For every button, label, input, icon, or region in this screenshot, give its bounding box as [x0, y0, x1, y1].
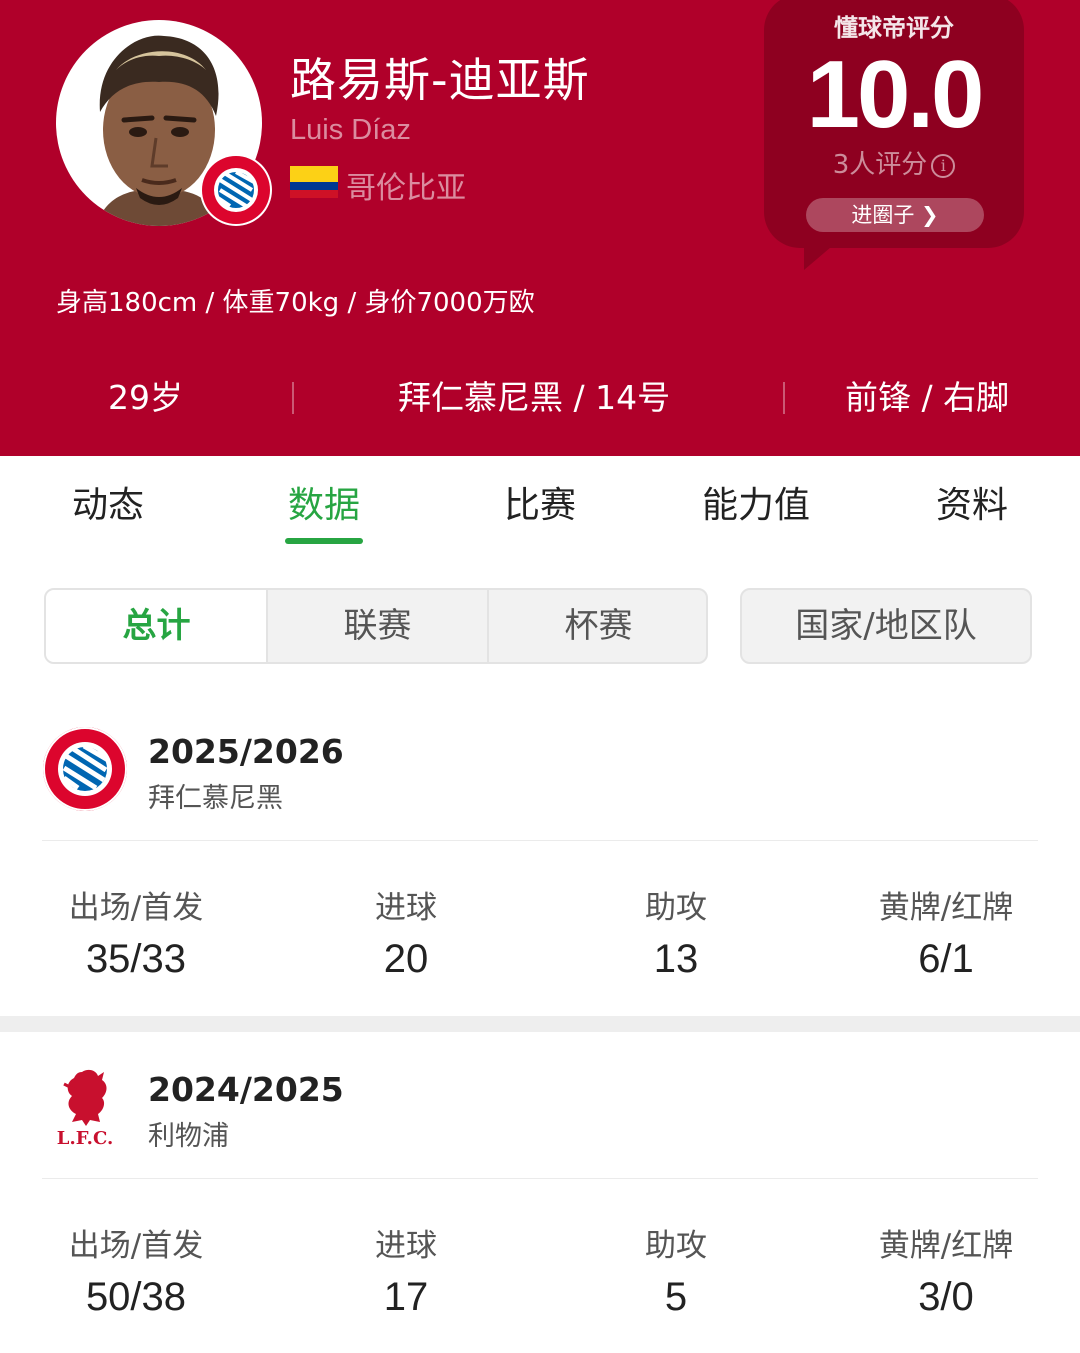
tab-data[interactable]: 数据	[216, 476, 432, 528]
season-club: 利物浦	[148, 1121, 229, 1152]
rating-card[interactable]: 懂球帝评分 10.0 3人评分 i 进圈子 ❯	[764, 0, 1024, 248]
filter-cup[interactable]: 杯赛	[488, 590, 706, 662]
filter-league[interactable]: 联赛	[267, 590, 488, 662]
stat-cards: 黄牌/红牌 3/0	[836, 1220, 1056, 1320]
stat-cards: 黄牌/红牌 6/1	[836, 882, 1056, 982]
active-tab-indicator	[285, 538, 363, 544]
join-circle-button[interactable]: 进圈子 ❯	[806, 198, 984, 232]
meta-divider	[292, 382, 294, 414]
player-meta-row: 29岁 拜仁慕尼黑 / 14号 前锋 / 右脚	[0, 374, 1080, 422]
stat-value: 6/1	[918, 937, 974, 981]
stat-appearances: 出场/首发 50/38	[26, 1220, 246, 1320]
stat-value: 50/38	[85, 1275, 187, 1319]
liverpool-logo-icon: L.F.C.	[42, 1064, 128, 1150]
stat-value: 20	[383, 937, 429, 981]
stat-value: 35/33	[85, 937, 187, 981]
stat-value: 13	[653, 937, 699, 981]
player-english-name: Luis Díaz	[290, 114, 411, 146]
stat-goals: 进球 20	[296, 882, 516, 982]
stat-label: 助攻	[645, 890, 707, 926]
filter-total[interactable]: 总计	[46, 590, 267, 662]
stat-label: 出场/首发	[68, 1228, 204, 1264]
bayern-badge-icon	[200, 154, 272, 226]
section-divider	[0, 1016, 1080, 1032]
season-divider	[42, 1178, 1038, 1179]
stat-label: 进球	[375, 890, 437, 926]
stat-value: 17	[383, 1275, 429, 1319]
stat-appearances: 出场/首发 35/33	[26, 882, 246, 982]
colombia-flag-icon	[290, 166, 338, 198]
profile-tabs: 动态 数据 比赛 能力值 资料	[0, 456, 1080, 556]
stat-assists: 助攻 13	[566, 882, 786, 982]
stat-value: 3/0	[918, 1275, 974, 1319]
filter-national-team[interactable]: 国家/地区队	[740, 588, 1032, 664]
player-body-stats: 身高180cm / 体重70kg / 身价7000万欧	[56, 288, 535, 318]
player-country: 哥伦比亚	[346, 171, 466, 206]
season-card: 2025/2026 拜仁慕尼黑 出场/首发 35/33 进球 20 助攻 13 …	[0, 726, 1080, 1016]
rating-score: 10.0	[806, 41, 985, 148]
bayern-logo-icon	[42, 726, 128, 812]
stat-label: 黄牌/红牌	[878, 1228, 1014, 1264]
competition-filter: 总计 联赛 杯赛	[44, 588, 708, 664]
stat-label: 助攻	[645, 1228, 707, 1264]
rating-count: 3人评分	[832, 150, 928, 180]
stat-goals: 进球 17	[296, 1220, 516, 1320]
season-club: 拜仁慕尼黑	[148, 783, 283, 814]
season-year: 2024/2025	[148, 1070, 344, 1109]
season-card: L.F.C. 2024/2025 利物浦 出场/首发 50/38 进球 17 助…	[0, 1064, 1080, 1353]
tab-ability[interactable]: 能力值	[648, 476, 864, 528]
info-icon[interactable]: i	[931, 154, 956, 178]
season-year: 2025/2026	[148, 732, 344, 771]
tab-feed[interactable]: 动态	[0, 476, 216, 528]
svg-text:L.F.C.: L.F.C.	[57, 1128, 113, 1149]
tab-profile[interactable]: 资料	[864, 476, 1080, 528]
stat-value: 5	[664, 1275, 688, 1319]
player-name: 路易斯-迪亚斯	[290, 53, 590, 107]
player-club-number[interactable]: 拜仁慕尼黑 / 14号	[398, 374, 670, 422]
player-age: 29岁	[108, 378, 183, 417]
rating-title: 懂球帝评分	[834, 14, 954, 42]
player-position-foot: 前锋 / 右脚	[845, 378, 1010, 417]
rating-count-row: 3人评分 i	[764, 144, 1024, 181]
player-header: 路易斯-迪亚斯 Luis Díaz 哥伦比亚 懂球帝评分 10.0 3人评分 i …	[0, 0, 1080, 456]
meta-divider	[783, 382, 785, 414]
tab-matches[interactable]: 比赛	[432, 476, 648, 528]
stat-assists: 助攻 5	[566, 1220, 786, 1320]
stat-label: 出场/首发	[68, 890, 204, 926]
season-divider	[42, 840, 1038, 841]
stat-label: 黄牌/红牌	[878, 890, 1014, 926]
stat-label: 进球	[375, 1228, 437, 1264]
